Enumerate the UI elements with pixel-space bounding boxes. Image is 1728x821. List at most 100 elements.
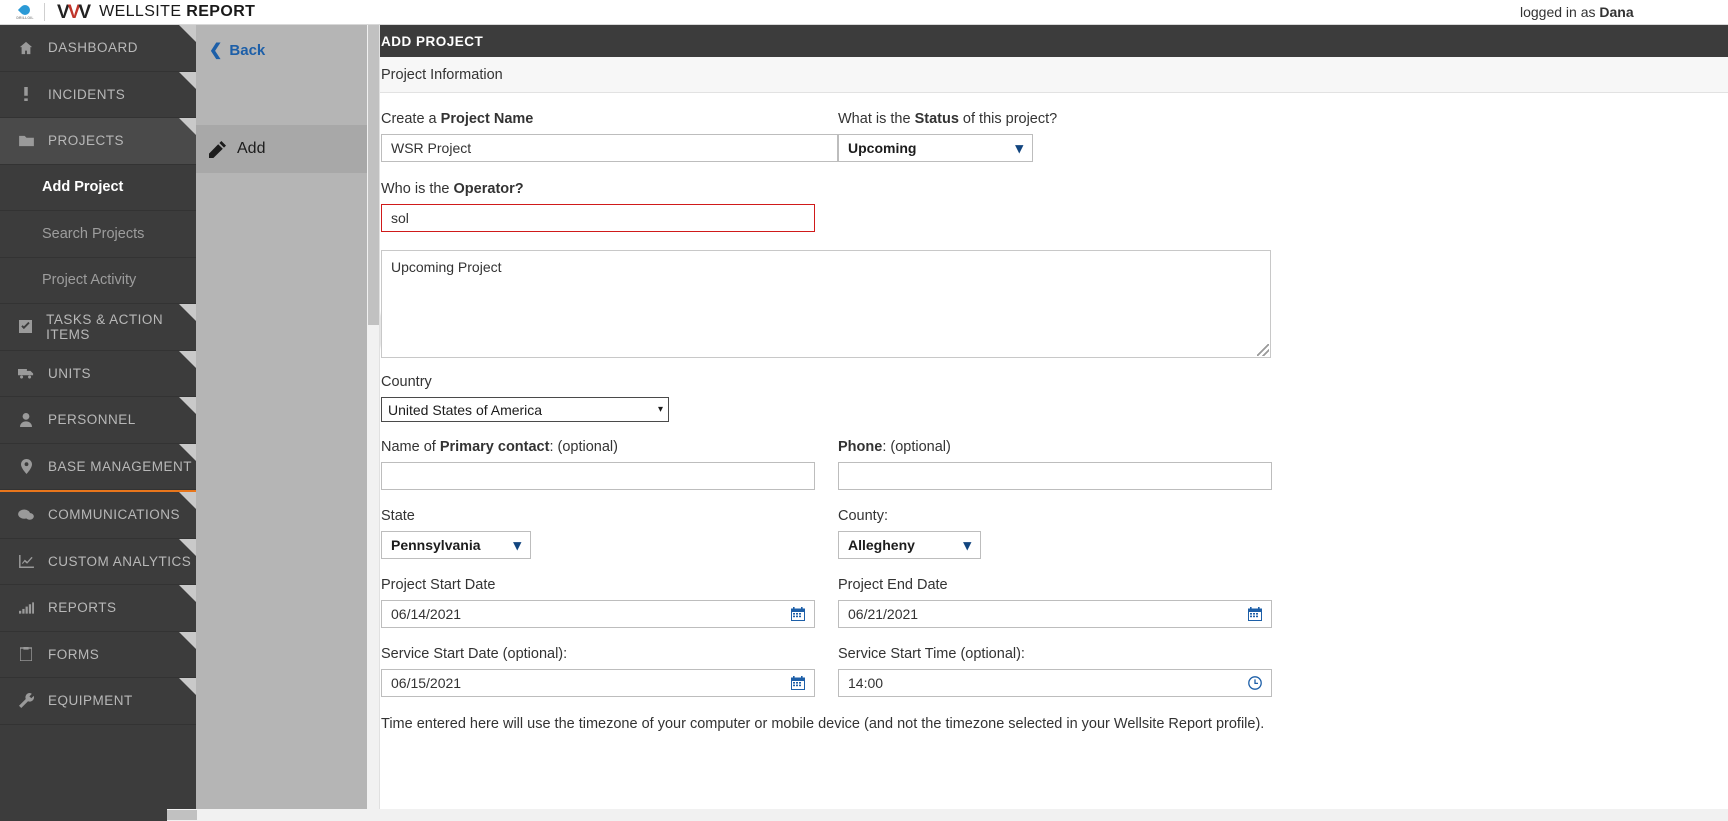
sidebar-item-label: PROJECTS (48, 133, 125, 149)
sidebar-item-projects[interactable]: PROJECTS (0, 118, 196, 165)
project-name-input[interactable]: WSR Project (381, 134, 838, 162)
chevron-left-icon: ❮ (209, 42, 223, 59)
description-value: Upcoming Project (391, 259, 502, 275)
description-group: Upcoming Project (381, 250, 1714, 358)
project-start-date-input[interactable]: 06/14/2021 (381, 600, 815, 628)
logged-in-user[interactable]: logged in as Dana (1520, 4, 1728, 20)
sidebar-item-communications[interactable]: COMMUNICATIONS (0, 492, 196, 539)
sidebar-item-forms[interactable]: FORMS (0, 631, 196, 678)
calendar-icon[interactable] (791, 607, 805, 621)
sidebar-item-project-activity[interactable]: Project Activity (0, 257, 196, 304)
corner-fold-icon (179, 71, 196, 89)
clipboard-icon (16, 647, 36, 662)
state-select[interactable]: Pennsylvania ▾ (381, 531, 531, 559)
panel-item-add[interactable]: Add (196, 125, 367, 173)
chevron-down-icon: ▾ (513, 536, 521, 554)
sidebar-item-base-management[interactable]: BASE MANAGEMENT (0, 443, 196, 490)
calendar-icon[interactable] (791, 676, 805, 690)
county-value: Allegheny (848, 537, 915, 553)
main-vertical-scrollbar[interactable] (367, 25, 380, 821)
line-chart-icon (16, 554, 36, 568)
county-select[interactable]: Allegheny ▾ (838, 531, 981, 559)
project-end-date-group: Project End Date 06/21/2021 (838, 577, 1295, 628)
sidebar-item-personnel[interactable]: PERSONNEL (0, 397, 196, 444)
sidebar-item-label: UNITS (48, 365, 91, 381)
status-label-suffix: of this project? (958, 111, 1058, 127)
sidebar-item-equipment[interactable]: EQUIPMENT (0, 678, 196, 725)
main-sidebar: DASHBOARD INCIDENTS PROJECTS Add Project… (0, 25, 196, 821)
scrollbar-thumb[interactable] (167, 810, 197, 820)
secondary-panel: ❮ Back Add (196, 25, 367, 821)
app-title: WELLSITE REPORT (99, 3, 255, 21)
home-icon (16, 41, 36, 55)
back-button[interactable]: ❮ Back (196, 25, 367, 75)
brand-area: DRILLOIL VVV WELLSITE REPORT (0, 2, 255, 22)
resize-handle[interactable] (1257, 344, 1269, 356)
corner-fold-icon (179, 304, 196, 321)
primary-contact-input[interactable] (381, 462, 815, 490)
status-group: What is the Status of this project? Upco… (838, 111, 1295, 162)
project-end-date-input[interactable]: 06/21/2021 (838, 600, 1272, 628)
operator-label: Who is the Operator? (381, 181, 1714, 197)
state-label: State (381, 508, 415, 524)
operator-group: Who is the Operator? sol JD Solutions Co (381, 181, 1714, 345)
primary-contact-group: Name of Primary contact: (optional) (381, 439, 838, 490)
corner-fold-icon (179, 538, 196, 556)
corner-fold-icon (179, 118, 196, 135)
sidebar-item-incidents[interactable]: INCIDENTS (0, 71, 196, 118)
app-title-bold: REPORT (186, 3, 256, 20)
sidebar-item-dashboard[interactable]: DASHBOARD (0, 25, 196, 72)
wrench-icon (16, 693, 36, 709)
sidebar-item-reports[interactable]: REPORTS (0, 585, 196, 632)
status-label: What is the Status of this project? (838, 111, 1295, 127)
service-start-date-label: Service Start Date (optional): (381, 646, 568, 662)
service-start-time-input[interactable]: 14:00 (838, 669, 1272, 697)
chevron-down-icon: ▾ (657, 404, 663, 415)
main-content: ADD PROJECT Project Information Create a… (367, 25, 1728, 821)
service-start-time-group: Service Start Time (optional): 14:00 (838, 646, 1295, 697)
calendar-icon[interactable] (1248, 607, 1262, 621)
service-start-time-value: 14:00 (848, 675, 884, 691)
service-start-date-input[interactable]: 06/15/2021 (381, 669, 815, 697)
primary-contact-label-bold: Primary contact (439, 439, 550, 455)
clock-icon[interactable] (1248, 676, 1262, 690)
sidebar-item-label: EQUIPMENT (48, 693, 133, 709)
sidebar-item-label: CUSTOM ANALYTICS (48, 553, 192, 569)
project-name-group: Create a Project Name WSR Project (381, 111, 838, 162)
phone-input[interactable] (838, 462, 1272, 490)
sidebar-item-search-projects[interactable]: Search Projects (0, 211, 196, 258)
service-start-date-value: 06/15/2021 (391, 675, 462, 691)
bar-chart-icon (16, 602, 36, 614)
sidebar-item-add-project[interactable]: Add Project (0, 164, 196, 211)
exclamation-icon (16, 87, 36, 102)
state-group: State Pennsylvania ▾ (381, 508, 838, 559)
sidebar-item-custom-analytics[interactable]: CUSTOM ANALYTICS (0, 538, 196, 585)
status-select[interactable]: Upcoming ▾ (838, 134, 1033, 162)
description-textarea[interactable]: Upcoming Project (381, 250, 1271, 358)
project-end-date-label: Project End Date (838, 577, 948, 593)
status-label-bold: Status (914, 111, 959, 127)
phone-label-bold: Phone (838, 439, 883, 455)
operator-input[interactable]: sol (381, 204, 815, 232)
sidebar-item-units[interactable]: UNITS (0, 350, 196, 397)
country-value: United States of America (388, 401, 543, 418)
project-form: Create a Project Name WSR Project What i… (367, 93, 1728, 732)
corner-fold-icon (179, 678, 196, 695)
sidebar-item-label: BASE MANAGEMENT (48, 458, 193, 474)
section-title: Project Information (367, 57, 1728, 93)
form-row-project-dates: Project Start Date 06/14/2021 Project En… (381, 577, 1714, 628)
sidebar-item-tasks-action-items[interactable]: TASKS & ACTION ITEMS (0, 304, 196, 351)
corner-fold-icon (179, 397, 196, 414)
project-name-value: WSR Project (391, 140, 472, 156)
phone-label: Phone: (optional) (838, 439, 1295, 455)
scrollbar-thumb[interactable] (368, 25, 379, 325)
project-name-label-prefix: Create a (381, 111, 441, 127)
status-value: Upcoming (848, 140, 917, 156)
panel-item-label: Add (237, 140, 266, 157)
country-select[interactable]: United States of America ▾ (381, 397, 669, 422)
corner-fold-icon (179, 350, 196, 368)
chevron-down-icon: ▾ (1015, 139, 1023, 157)
corner-fold-icon (179, 585, 196, 602)
oil-drop-icon: DRILLOIL (14, 2, 36, 22)
page-horizontal-scrollbar[interactable] (167, 809, 1728, 821)
